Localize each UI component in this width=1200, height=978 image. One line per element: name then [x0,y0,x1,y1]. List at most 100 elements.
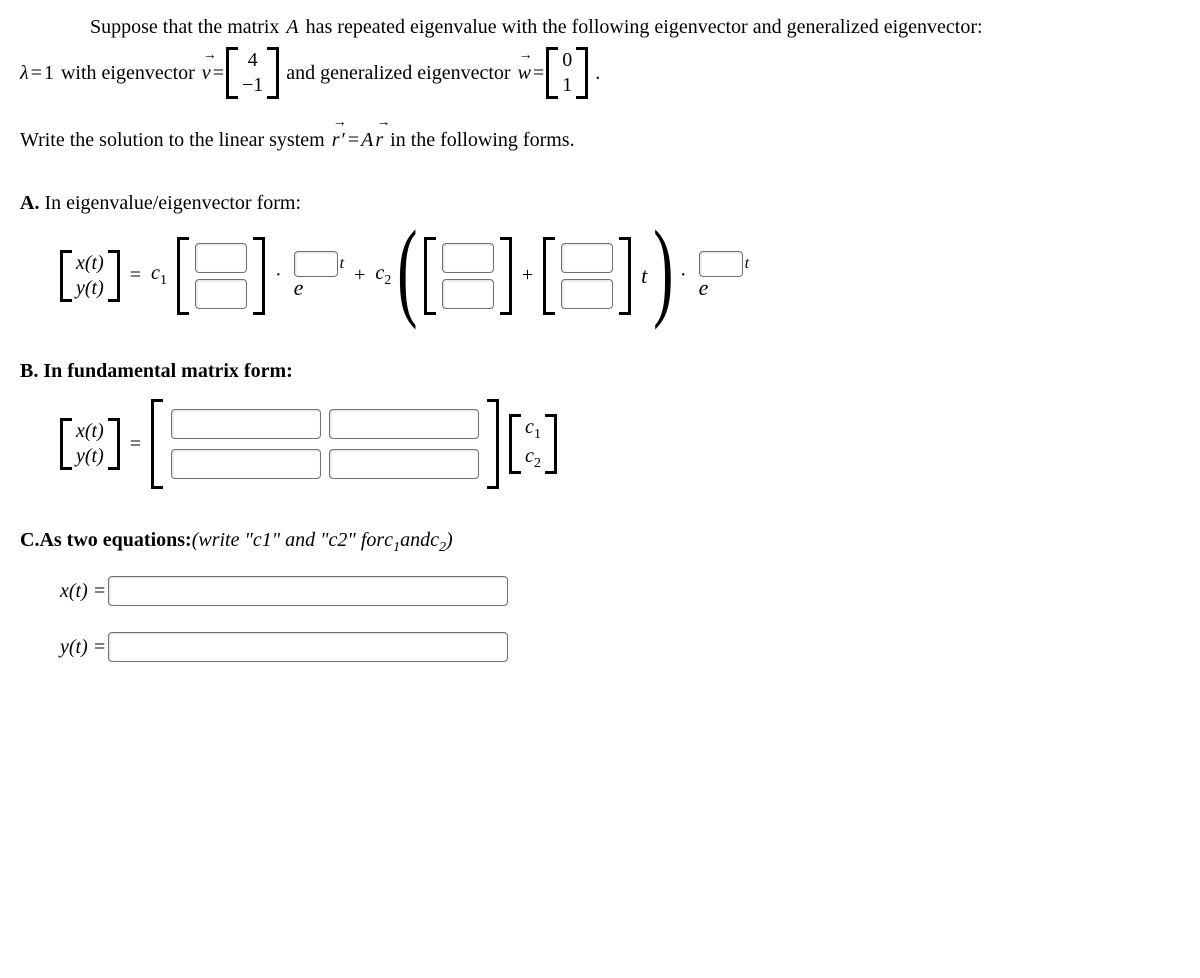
dot2: · [680,264,687,287]
right-bracket-icon [619,237,631,315]
sub-1: 1 [534,427,541,442]
vector-content: x(t) y(t) [72,418,108,470]
input-vector-1 [177,237,265,315]
xt-label: x(t) = [60,580,106,603]
exp1-input[interactable] [294,251,338,277]
vector-content: x(t) y(t) [72,250,108,302]
c: c [430,529,439,551]
input-vector-3 [543,237,631,315]
intro-line-1: Suppose that the matrix A has repeated e… [90,16,1180,39]
part-a-label: A. [20,192,39,214]
vector-content [436,237,500,315]
left-bracket-icon [226,47,238,99]
matrix-row-2 [171,449,479,479]
plus-inner: + [522,264,533,287]
vec2-entry-1[interactable] [442,243,494,273]
text: and generalized eigenvector [281,62,515,85]
part-b-heading: B. In fundamental matrix form: [20,360,1180,383]
right-bracket-icon [253,237,265,315]
x-of-t: x(t) [76,252,104,275]
c2-coef: c2 [375,262,391,289]
equals: = [130,433,141,456]
equals: = [31,62,42,85]
xt-input[interactable] [108,576,508,606]
vec3-entry-2[interactable] [561,279,613,309]
part-b-label: B. [20,360,38,382]
part-c-xt-row: x(t) = [60,576,1180,606]
matrix-content [163,399,487,489]
yt-label: y(t) = [60,636,106,659]
part-c-heading: C. As two equations: (write "c1" and "c2… [20,529,1180,556]
left-bracket-icon [60,250,72,302]
equals: = [130,264,141,287]
lambda: λ [20,62,29,85]
period: . [590,62,600,85]
fundamental-matrix [151,399,499,489]
intro-line-2: λ = 1 with eigenvector v = 4 −1 and gene… [20,47,1180,99]
y-of-t: y(t) [76,277,104,300]
right-bracket-icon [545,414,557,474]
vec2-entry-2[interactable] [442,279,494,309]
matrix-A: A [286,16,298,39]
sub-1: 1 [393,540,400,555]
v-entry-2: −1 [242,74,263,97]
vec3-entry-1[interactable] [561,243,613,273]
sub-1: 1 [160,273,167,288]
text: with eigenvector [56,62,200,85]
part-a-title: In eigenvalue/eigenvector form: [39,192,301,214]
c: c [151,262,160,284]
right-bracket-icon [500,237,512,315]
left-bracket-icon [177,237,189,315]
left-bracket-icon [60,418,72,470]
c1: c1 [525,416,541,443]
right-paren-icon: ) [654,231,674,320]
m12-input[interactable] [329,409,479,439]
matrix-row-1 [171,409,479,439]
vector-v: v [202,62,211,85]
dot: · [275,264,282,287]
left-bracket-icon [543,237,555,315]
m11-input[interactable] [171,409,321,439]
m22-input[interactable] [329,449,479,479]
part-c-hint-open: (write "c1" and "c2" for [192,529,384,552]
w-entry-2: 1 [562,74,572,97]
vector-r: r [375,129,383,152]
part-c-label: C. [20,529,39,552]
exp2-input[interactable] [699,251,743,277]
left-bracket-icon [151,399,163,489]
sub-2: 2 [384,273,391,288]
vec1-entry-2[interactable] [195,279,247,309]
text: has repeated eigenvalue with the followi… [301,16,983,39]
plus: + [354,264,365,287]
exponent: t [294,251,344,277]
vector-content: 4 −1 [238,47,267,99]
m21-input[interactable] [171,449,321,479]
text: Write the solution to the linear system [20,129,330,152]
c1-hint: c1 [384,529,400,556]
t-mid: t [641,263,647,289]
one: 1 [44,62,54,85]
yt-input[interactable] [108,632,508,662]
vector-content [555,237,619,315]
vector-content: c1 c2 [521,414,545,474]
and: and [400,529,430,552]
x-of-t: x(t) [76,420,104,443]
v-entry-1: 4 [248,49,258,72]
prime: ′ [341,129,345,152]
c: c [525,416,534,438]
t: t [340,255,344,273]
vector-content: 0 1 [558,47,576,99]
part-c-yt-row: y(t) = [60,632,1180,662]
vector-w: w [518,62,531,85]
left-paren-icon: ( [397,231,417,320]
c-vector: c1 c2 [509,414,557,474]
write-line: Write the solution to the linear system … [20,129,1180,152]
part-a-equation: x(t) y(t) = c1 · t e + c2 ( + [60,231,1180,320]
close-paren: ) [446,529,453,552]
text: in the following forms. [385,129,574,152]
part-c-title-1: As two equations: [39,529,191,552]
y-of-t: y(t) [76,445,104,468]
vec1-entry-1[interactable] [195,243,247,273]
e: e [294,275,304,301]
sub-2: 2 [439,540,446,555]
